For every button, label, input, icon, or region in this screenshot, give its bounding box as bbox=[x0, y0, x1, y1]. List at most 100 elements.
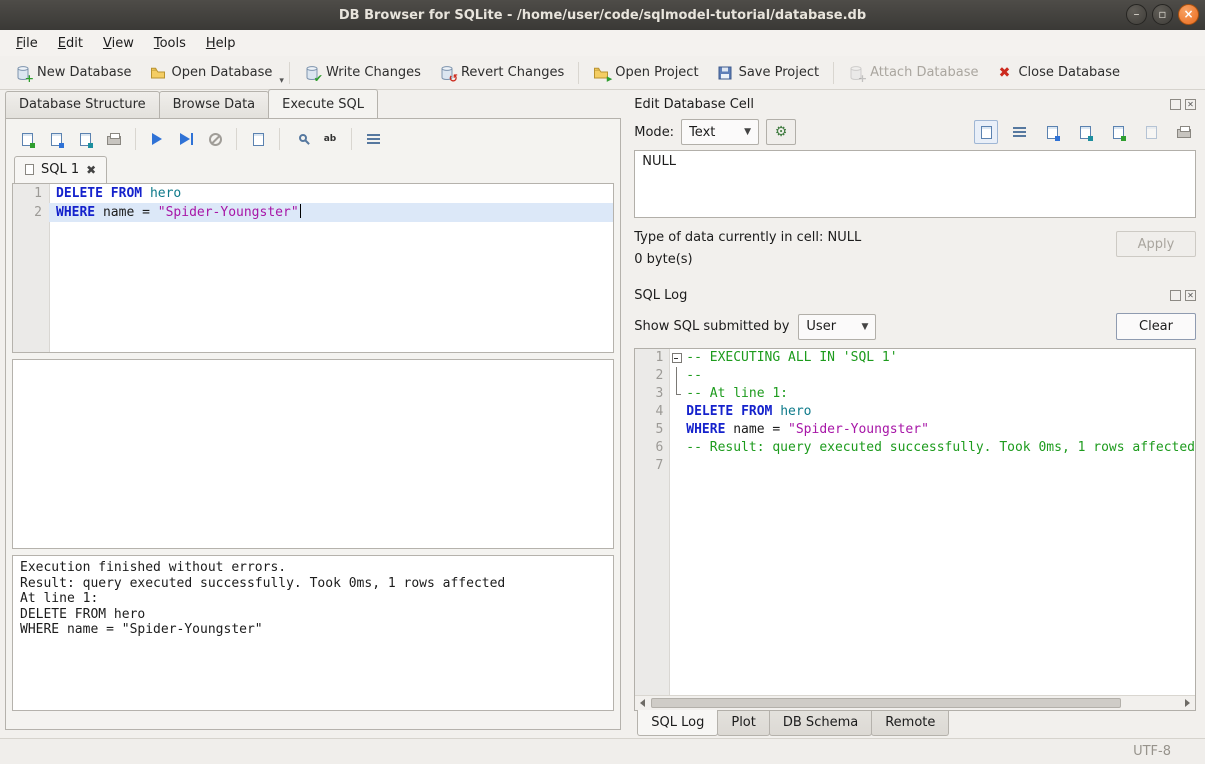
close-dock-icon[interactable]: ✕ bbox=[1185, 290, 1196, 301]
menu-edit[interactable]: Edit bbox=[48, 32, 93, 55]
tab-db-schema[interactable]: DB Schema bbox=[769, 711, 872, 736]
execution-messages[interactable]: Execution finished without errors. Resul… bbox=[12, 555, 614, 711]
code-line[interactable]: 7 bbox=[635, 457, 1195, 475]
code-line[interactable]: 2-- bbox=[635, 367, 1195, 385]
sql-log-title: SQL Log bbox=[634, 288, 687, 303]
cell-text-mode-button[interactable] bbox=[974, 120, 998, 144]
float-dock-icon[interactable] bbox=[1170, 290, 1181, 301]
fold-marker bbox=[669, 367, 684, 385]
scroll-right-icon[interactable] bbox=[1180, 696, 1195, 710]
tab-remote[interactable]: Remote bbox=[871, 711, 949, 736]
stop-icon bbox=[209, 133, 222, 146]
minimize-icon[interactable]: – bbox=[1126, 4, 1147, 25]
sql-log-view[interactable]: 1-- EXECUTING ALL IN 'SQL 1'2--3-- At li… bbox=[634, 348, 1196, 711]
execute-all-button[interactable] bbox=[144, 127, 170, 151]
auto-apply-button[interactable]: ⚙ bbox=[766, 119, 796, 145]
chevron-down-icon: ▼ bbox=[744, 127, 751, 137]
save-file-icon bbox=[1113, 126, 1124, 139]
open-sql-file-button[interactable] bbox=[14, 127, 40, 151]
export-results-icon bbox=[253, 133, 264, 146]
print-cell-button[interactable] bbox=[1172, 120, 1196, 144]
tab-sql-log[interactable]: SQL Log bbox=[637, 710, 718, 736]
revert-changes-button[interactable]: ↺ Revert Changes bbox=[430, 60, 573, 86]
edit-cell-title: Edit Database Cell bbox=[634, 97, 754, 112]
code-line[interactable]: 4DELETE FROM hero bbox=[635, 403, 1195, 421]
horizontal-scrollbar[interactable] bbox=[635, 695, 1195, 710]
fold-marker[interactable] bbox=[669, 349, 684, 367]
sql-toolbar bbox=[12, 124, 614, 154]
float-dock-icon[interactable] bbox=[1170, 99, 1181, 110]
code-line[interactable]: 1-- EXECUTING ALL IN 'SQL 1' bbox=[635, 349, 1195, 367]
export-cell-button[interactable] bbox=[1073, 120, 1097, 144]
cell-mode-row: Mode: Text ▼ ⚙ bbox=[634, 114, 1196, 150]
save-project-button[interactable]: Save Project bbox=[708, 60, 829, 86]
database-new-icon: + bbox=[15, 65, 31, 81]
open-database-dropdown-icon[interactable]: ▾ bbox=[279, 76, 284, 89]
save-sql-as-button[interactable] bbox=[72, 127, 98, 151]
close-database-button[interactable]: ✖ Close Database bbox=[987, 60, 1129, 86]
apply-button: Apply bbox=[1116, 231, 1196, 257]
cell-value: NULL bbox=[642, 154, 676, 169]
window-title: DB Browser for SQLite - /home/user/code/… bbox=[339, 8, 866, 23]
close-dock-icon[interactable]: ✕ bbox=[1185, 99, 1196, 110]
open-project-button[interactable]: ▸ Open Project bbox=[584, 60, 707, 86]
print-sql-button[interactable] bbox=[101, 127, 127, 151]
menu-view[interactable]: View bbox=[93, 32, 144, 55]
write-changes-button[interactable]: ✔ Write Changes bbox=[295, 60, 430, 86]
menu-tools[interactable]: Tools bbox=[144, 32, 196, 55]
new-database-button[interactable]: + New Database bbox=[6, 60, 141, 86]
mode-label: Mode: bbox=[634, 125, 674, 140]
chevron-down-icon: ▼ bbox=[861, 322, 868, 332]
right-dock: Edit Database Cell ✕ Mode: Text ▼ ⚙ bbox=[626, 90, 1205, 738]
menu-help[interactable]: Help bbox=[196, 32, 246, 55]
toolbar-separator bbox=[289, 62, 290, 84]
results-grid[interactable] bbox=[12, 359, 614, 549]
fold-marker bbox=[669, 421, 684, 439]
close-icon[interactable]: × bbox=[1178, 4, 1199, 25]
save-sql-file-button[interactable] bbox=[43, 127, 69, 151]
export-results-button[interactable] bbox=[245, 127, 271, 151]
sql-file-tab[interactable]: SQL 1 ✖ bbox=[14, 156, 107, 183]
database-attach-icon: + bbox=[848, 65, 864, 81]
code-line[interactable]: 3-- At line 1: bbox=[635, 385, 1195, 403]
tab-browse-data[interactable]: Browse Data bbox=[159, 91, 270, 118]
tab-plot[interactable]: Plot bbox=[717, 711, 770, 736]
import-file-icon bbox=[1047, 126, 1058, 139]
find-button[interactable] bbox=[288, 127, 314, 151]
import-cell-button[interactable] bbox=[1040, 120, 1064, 144]
main-tab-bar: Database Structure Browse Data Execute S… bbox=[0, 90, 626, 118]
save-cell-button[interactable] bbox=[1106, 120, 1130, 144]
execute-current-line-button[interactable] bbox=[173, 127, 199, 151]
stop-execution-button bbox=[202, 127, 228, 151]
code-line[interactable]: 2WHERE name = "Spider-Youngster" bbox=[13, 203, 613, 222]
replace-button[interactable] bbox=[317, 127, 343, 151]
replace-icon bbox=[324, 134, 337, 144]
execute-sql-panel: Database Structure Browse Data Execute S… bbox=[0, 90, 626, 738]
open-database-button[interactable]: Open Database bbox=[141, 60, 282, 86]
toolbar-separator bbox=[351, 128, 352, 150]
submitted-by-select[interactable]: User ▼ bbox=[798, 314, 876, 340]
tab-execute-sql[interactable]: Execute SQL bbox=[268, 89, 378, 118]
scrollbar-thumb[interactable] bbox=[651, 698, 1121, 708]
sql-log-header: SQL Log ✕ bbox=[634, 285, 1196, 305]
gear-icon: ⚙ bbox=[775, 124, 788, 140]
text-caret bbox=[300, 204, 301, 218]
menu-file[interactable]: File bbox=[6, 32, 48, 55]
cell-type-info: Type of data currently in cell: NULL bbox=[634, 227, 861, 249]
maximize-icon[interactable]: ▫ bbox=[1152, 4, 1173, 25]
execute-sql-frame: SQL 1 ✖ 1DELETE FROM hero2WHERE name = "… bbox=[5, 118, 621, 730]
toolbar-separator bbox=[135, 128, 136, 150]
code-line[interactable]: 6-- Result: query executed successfully.… bbox=[635, 439, 1195, 457]
mode-select[interactable]: Text ▼ bbox=[681, 119, 759, 145]
scroll-left-icon[interactable] bbox=[635, 696, 650, 710]
sql-editor[interactable]: 1DELETE FROM hero2WHERE name = "Spider-Y… bbox=[12, 183, 614, 353]
cell-value-editor[interactable]: NULL bbox=[634, 150, 1196, 218]
close-tab-icon[interactable]: ✖ bbox=[86, 163, 96, 177]
statusbar: UTF-8 bbox=[0, 738, 1205, 764]
code-line[interactable]: 5WHERE name = "Spider-Youngster" bbox=[635, 421, 1195, 439]
clear-log-button[interactable]: Clear bbox=[1116, 313, 1196, 340]
format-sql-button[interactable] bbox=[360, 127, 386, 151]
code-line[interactable]: 1DELETE FROM hero bbox=[13, 184, 613, 203]
tab-database-structure[interactable]: Database Structure bbox=[5, 91, 160, 118]
word-wrap-button[interactable] bbox=[1007, 120, 1031, 144]
